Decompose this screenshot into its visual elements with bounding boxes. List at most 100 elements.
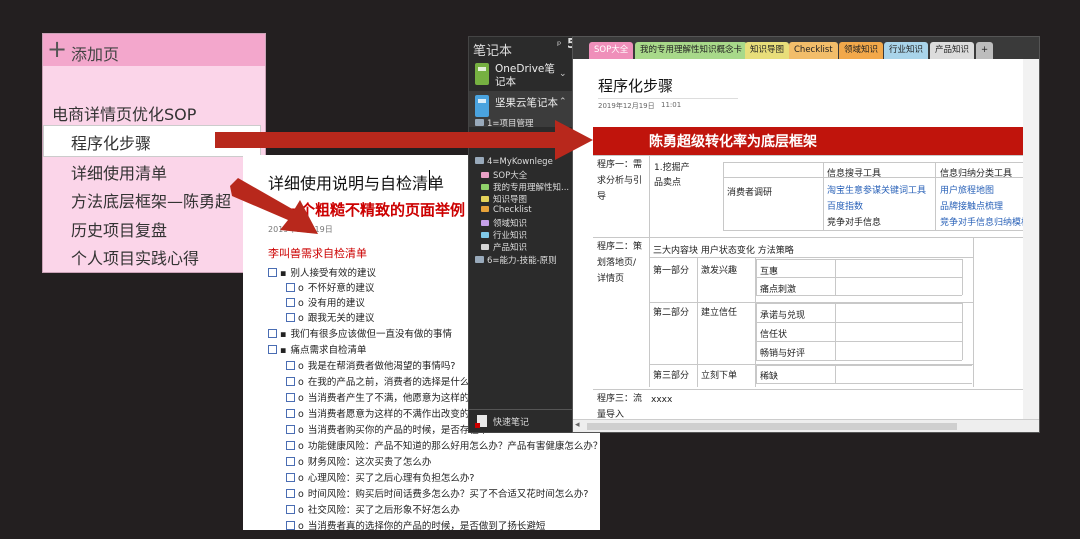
horizontal-scrollbar[interactable]: ◂ (573, 419, 1039, 432)
scrollbar-thumb[interactable] (587, 423, 957, 430)
plus-icon: + (47, 35, 68, 63)
page-item-practice[interactable]: 个人项目实践心得 (71, 245, 199, 269)
tab-product[interactable]: 产品知识 (930, 42, 975, 59)
section-color-icon (481, 184, 489, 190)
table-line (835, 303, 836, 360)
table-line (756, 365, 757, 383)
chevron-up-icon[interactable]: ⌃ (559, 97, 567, 107)
checklist-item[interactable]: ▪ 别人接受有效的建议 (268, 265, 376, 279)
checkbox-icon[interactable] (286, 313, 295, 322)
part-label: 第三部分 (653, 371, 690, 381)
table-line (723, 162, 1023, 163)
checklist-item[interactable]: o 时间风险：购买后时间话费多怎么办？买了不合适又花时间怎么办? (286, 486, 588, 500)
tool-link[interactable]: 用户旅程地图 (940, 183, 994, 196)
table-line (962, 259, 963, 295)
section-color-icon (481, 244, 489, 250)
table-line (756, 360, 962, 361)
checklist-item[interactable]: o 在我的产品之前，消费者的选择是什么？他 (286, 374, 488, 388)
add-page-button[interactable]: + 添加页 (43, 34, 265, 66)
checkbox-icon[interactable] (286, 283, 295, 292)
state-label: 激发兴趣 (701, 266, 738, 276)
tab-sop[interactable]: SOP大全 (589, 42, 634, 59)
title-divider (598, 98, 738, 99)
vertical-scrollbar[interactable] (1023, 59, 1039, 432)
checkbox-icon[interactable] (286, 473, 295, 482)
page-item-framework[interactable]: 方法底层框架—陈勇超 (71, 188, 231, 212)
checkbox-icon[interactable] (286, 377, 295, 386)
section-group[interactable]: 6=能力-技能-原则 (475, 254, 557, 266)
scroll-left-icon[interactable]: ◂ (575, 420, 580, 430)
tab-domain[interactable]: 领域知识 (839, 42, 884, 59)
checklist-item[interactable]: o 当消费者愿意为这样的不满作出改变的时候 (286, 406, 488, 420)
checkbox-icon[interactable] (286, 457, 295, 466)
tab-concept-cards[interactable]: 我的专用理解性知识概念卡 (635, 42, 748, 59)
checklist-item[interactable]: o 当消费者购买你的产品的时候，是否存在下 (286, 422, 488, 436)
checklist-item[interactable]: o 心理风险：买了之后心理有负担怎么办? (286, 470, 474, 484)
section-item[interactable]: 领域知识 (481, 217, 527, 229)
checkbox-icon[interactable] (268, 345, 277, 354)
page-time: 11:01 (661, 101, 682, 109)
section-item[interactable]: 我的专用理解性知... (481, 181, 569, 193)
page-date: 2019年12月19日 (598, 102, 655, 110)
page-item-checklist[interactable]: 详细使用清单 (71, 160, 167, 184)
checklist-item[interactable]: o 我是在帮消费者做他渴望的事情吗? (286, 358, 455, 372)
checkbox-icon[interactable] (286, 441, 295, 450)
step3-content: xxxx (651, 395, 673, 405)
tab-industry[interactable]: 行业知识 (884, 42, 929, 59)
checklist-item[interactable]: o 功能健康风险：产品不知道的那么好用怎么办？产品有害健康怎么办？ (286, 438, 600, 452)
step2-header: 三大内容块 用户状态变化 方法策略 (653, 246, 794, 256)
table-line (756, 383, 972, 384)
table-line (835, 365, 836, 383)
checklist-item[interactable]: ▪ 痛点需求自检清单 (268, 342, 366, 356)
checkbox-icon[interactable] (286, 393, 295, 402)
arrow-down-right-icon (230, 178, 318, 234)
folder-icon (475, 256, 484, 263)
section-item[interactable]: 知识导图 (481, 193, 527, 205)
checkbox-icon[interactable] (286, 505, 295, 514)
add-tab-button[interactable]: + (976, 42, 994, 59)
checkbox-icon[interactable] (286, 361, 295, 370)
tool-link[interactable]: 淘宝生意参谋关键词工具 (827, 183, 926, 196)
pin-icon[interactable]: ᵖ (557, 40, 561, 51)
checklist-item[interactable]: o 财务风险：这次买贵了怎么办 (286, 454, 431, 468)
checkbox-icon[interactable] (286, 298, 295, 307)
method-label: 畅销与好评 (760, 349, 806, 359)
checklist-item[interactable]: o 当消费者真的选择你的产品的时候，是否做到了扬长避短 (286, 518, 545, 530)
page-item-procedure[interactable]: 程序化步骤 (71, 130, 151, 154)
tool-link[interactable]: 品牌接触点梳理 (940, 199, 1003, 212)
quick-notes-button[interactable]: 快速笔记 (469, 409, 573, 432)
quick-notes-icon (475, 415, 487, 428)
checklist-item[interactable]: ▪ 我们有很多应该做但一直没有做的事情 (268, 326, 452, 340)
col-search-tools: 信息搜寻工具 (827, 169, 882, 179)
tab-checklist[interactable]: Checklist (789, 42, 838, 59)
notebook-onedrive[interactable]: OneDrive笔记本 ⌄ (469, 59, 573, 95)
chevron-down-icon[interactable]: ⌄ (559, 69, 567, 79)
checklist-item[interactable]: o 不怀好意的建议 (286, 280, 374, 294)
page-item-review[interactable]: 历史项目复盘 (71, 217, 167, 241)
checklist-item[interactable]: o 社交风险：买了之后形象不好怎么办 (286, 502, 460, 516)
checkbox-icon[interactable] (286, 489, 295, 498)
section-item[interactable]: SOP大全 (481, 169, 527, 181)
checklist-item[interactable]: o 当消费者产生了不满，他愿意为这样的不满 (286, 390, 488, 404)
checkbox-icon[interactable] (268, 268, 277, 277)
checkbox-icon[interactable] (286, 521, 295, 530)
method-label: 信任状 (760, 330, 788, 340)
section-item[interactable]: 产品知识 (481, 241, 527, 253)
page-title[interactable]: 程序化步骤 (598, 75, 673, 96)
section-item[interactable]: 行业知识 (481, 229, 527, 241)
table-line (723, 162, 724, 230)
tab-mindmap[interactable]: 知识导图 (745, 42, 790, 59)
section-color-icon (481, 220, 489, 226)
table-line (756, 365, 972, 366)
tool-text: 竞争对手信息 (827, 218, 882, 228)
checklist-item[interactable]: o 没有用的建议 (286, 295, 365, 309)
tool-link[interactable]: 百度指数 (827, 199, 863, 212)
page-item-sop[interactable]: 电商详情页优化SOP (52, 101, 196, 125)
checkbox-icon[interactable] (268, 329, 277, 338)
tool-link[interactable]: 竞争对手信息归纳模板 (940, 215, 1030, 228)
checkbox-icon[interactable] (286, 409, 295, 418)
notebook-pane: 笔记本 ᵖ 5 OneDrive笔记本 ⌄ 坚果云笔记本 ⌃ 1=项目管理 4=… (468, 36, 574, 433)
section-item[interactable]: Checklist (481, 205, 532, 215)
checklist-item[interactable]: o 跟我无关的建议 (286, 310, 374, 324)
checkbox-icon[interactable] (286, 425, 295, 434)
